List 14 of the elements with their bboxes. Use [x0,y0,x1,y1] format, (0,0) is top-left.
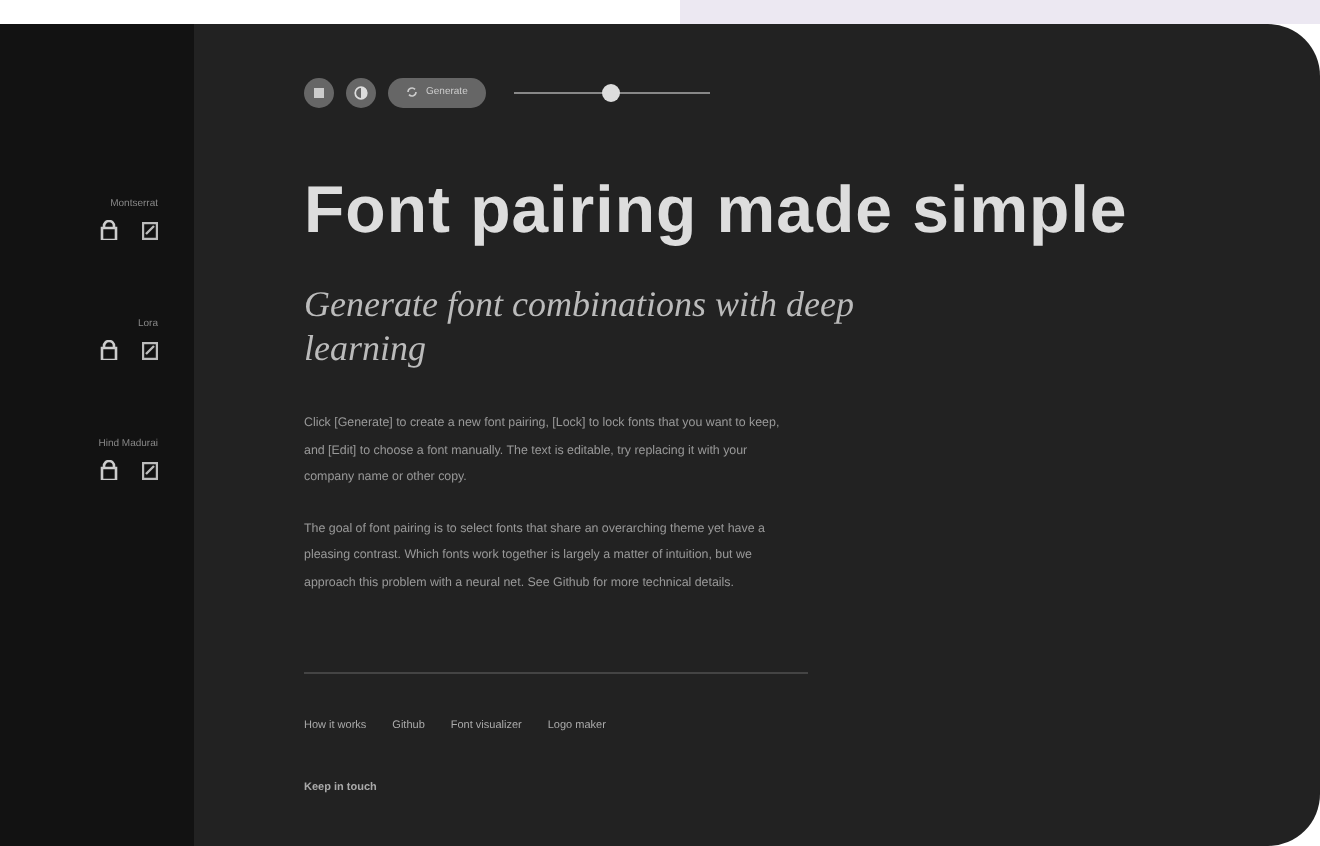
edit-icon[interactable] [142,341,158,359]
contrast-icon [354,85,368,99]
edit-icon[interactable] [142,221,158,239]
lock-icon[interactable] [100,220,118,240]
page-subheading: Generate font combinations with deep learning [304,282,856,370]
lock-icon[interactable] [100,340,118,360]
contrast-button[interactable] [346,77,376,107]
square-icon [314,87,324,97]
slider-thumb[interactable] [602,83,621,101]
refresh-icon [406,86,418,98]
lock-icon[interactable] [100,460,118,480]
page-heading: Font pairing made simple [304,176,1130,242]
edit-icon[interactable] [142,461,158,479]
grid-button[interactable] [304,77,334,107]
